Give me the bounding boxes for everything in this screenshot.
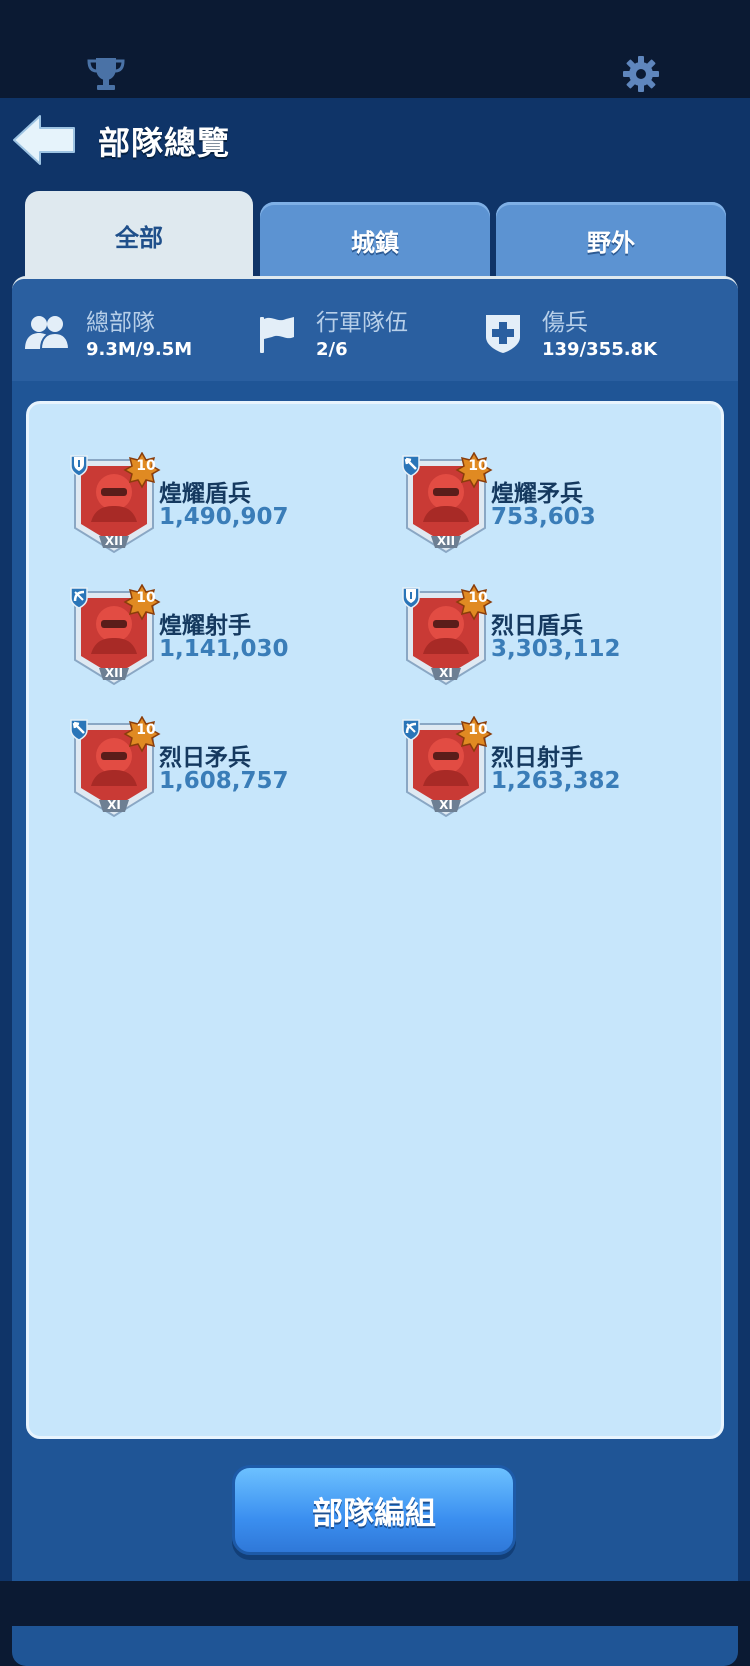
unit-count: 1,490,907	[159, 504, 289, 530]
stat-wounded-label: 傷兵	[542, 310, 588, 336]
unit-count: 3,303,112	[491, 636, 621, 662]
gear-icon[interactable]	[622, 55, 660, 93]
bottom-nav-bar	[0, 1581, 750, 1626]
unit-count: 1,608,757	[159, 768, 289, 794]
unit-tier-label: XI	[439, 666, 453, 680]
unit-name: 煌耀射手	[159, 613, 251, 639]
stat-march-label: 行軍隊伍	[316, 310, 408, 336]
unit-list: 10 XII 煌耀盾兵 1,490,907 10 XII 煌耀矛兵 753,603 10 XII 煌…	[26, 401, 724, 1439]
unit-card[interactable]: 10 XII 煌耀射手 1,141,030	[67, 584, 367, 688]
medical-shield-icon	[486, 315, 520, 353]
unit-count: 1,141,030	[159, 636, 289, 662]
unit-tier-label: XI	[439, 798, 453, 812]
unit-card[interactable]: 10 XII 煌耀矛兵 753,603	[399, 452, 699, 556]
troop-panel: 總部隊 9.3M/9.5M 行軍隊伍 2/6 傷兵 139/355.8K 10 …	[12, 276, 738, 1666]
troop-overview-screen: 部隊總覽 全部 城鎮 野外 總部隊 9.3M/9.5M 行軍隊伍 2/6 傷兵 …	[0, 98, 750, 1666]
unit-name: 烈日射手	[491, 745, 583, 771]
stats-bar: 總部隊 9.3M/9.5M 行軍隊伍 2/6 傷兵 139/355.8K	[12, 279, 738, 381]
unit-count: 1,263,382	[491, 768, 621, 794]
unit-card[interactable]: 10 XI 烈日矛兵 1,608,757	[67, 716, 367, 820]
troops-icon	[25, 316, 70, 350]
unit-level-badge: 10	[136, 458, 156, 474]
unit-level-badge: 10	[468, 722, 488, 738]
back-arrow-icon[interactable]	[10, 110, 80, 170]
unit-card[interactable]: 10 XI 烈日射手 1,263,382	[399, 716, 699, 820]
unit-level-badge: 10	[468, 590, 488, 606]
unit-level-badge: 10	[136, 722, 156, 738]
unit-name: 烈日矛兵	[159, 745, 251, 771]
stat-wounded-value: 139/355.8K	[542, 339, 658, 360]
unit-card[interactable]: 10 XII 煌耀盾兵 1,490,907	[67, 452, 367, 556]
unit-name: 煌耀盾兵	[159, 481, 251, 507]
trophy-icon[interactable]	[86, 56, 126, 92]
stat-total-value: 9.3M/9.5M	[86, 339, 193, 360]
unit-tier-label: XII	[436, 534, 456, 548]
unit-count: 753,603	[491, 504, 596, 530]
unit-tier-label: XI	[107, 798, 121, 812]
stat-march-value: 2/6	[316, 339, 348, 360]
unit-tier-label: XII	[104, 534, 124, 548]
tab-town[interactable]: 城鎮	[260, 202, 490, 278]
unit-level-badge: 10	[136, 590, 156, 606]
unit-level-badge: 10	[468, 458, 488, 474]
unit-card[interactable]: 10 XI 烈日盾兵 3,303,112	[399, 584, 699, 688]
page-title: 部隊總覽	[98, 124, 231, 162]
unit-name: 煌耀矛兵	[491, 481, 583, 507]
stat-total-label: 總部隊	[86, 310, 155, 336]
flag-icon	[260, 317, 294, 353]
unit-name: 烈日盾兵	[491, 613, 583, 639]
unit-tier-label: XII	[104, 666, 124, 680]
tab-field[interactable]: 野外	[496, 202, 726, 278]
tab-all[interactable]: 全部	[25, 191, 253, 279]
troop-formation-button[interactable]: 部隊編組	[232, 1465, 516, 1555]
top-status-bar	[0, 0, 750, 98]
